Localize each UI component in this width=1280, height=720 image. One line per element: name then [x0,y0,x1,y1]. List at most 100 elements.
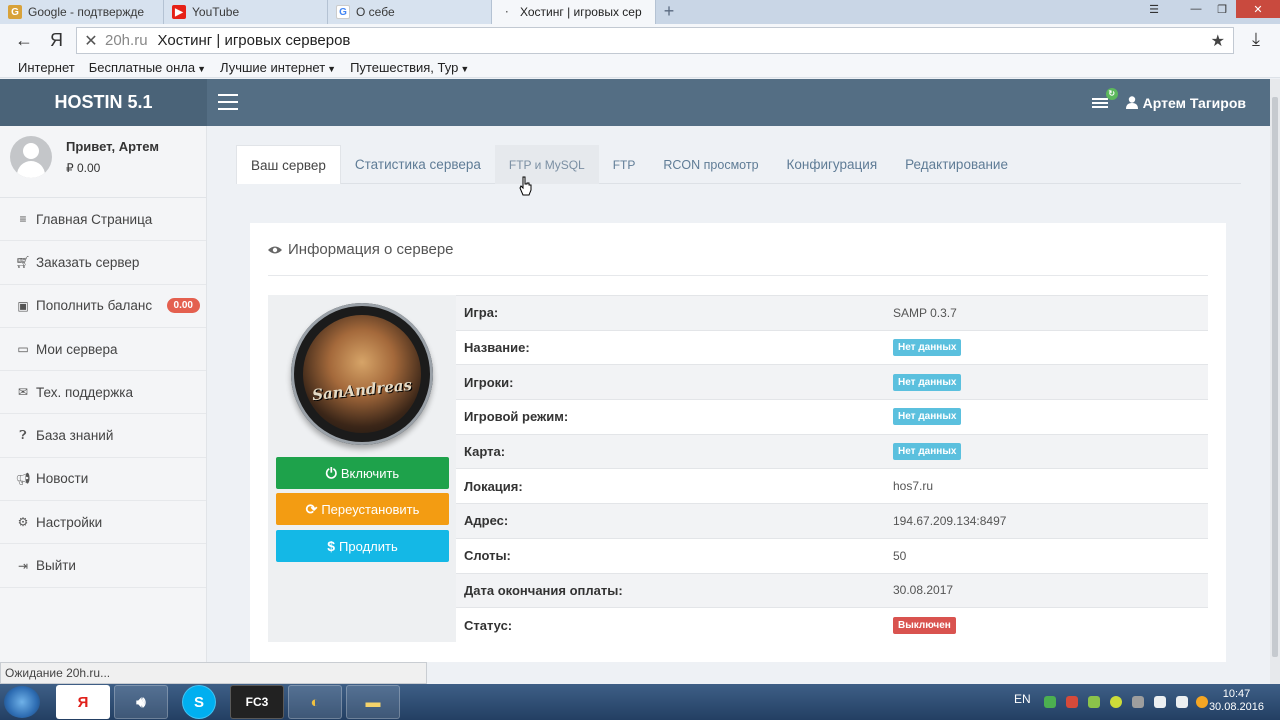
info-value-cell: SAMP 0.3.7 [893,295,1208,331]
cart-icon: 🛒︎ [15,255,31,270]
tray-app-icon[interactable] [1088,696,1100,708]
tab-ftp[interactable]: FTP [599,145,650,184]
sidebar-item-my-servers[interactable]: ▭ Мои сервера [0,328,206,372]
start-server-button[interactable]: ⏻ Включить [276,457,449,489]
bookmark-internet[interactable]: Интернет [18,60,75,75]
renew-button[interactable]: $ Продлить [276,530,449,562]
table-row: Игровой режим: Нет данных [456,399,1208,435]
new-tab-plus-icon[interactable]: + [660,2,678,20]
explorer-taskbar-button[interactable]: ▬ [346,685,400,719]
restore-icon[interactable]: ❐ [1208,0,1236,18]
tab-rcon[interactable]: RCON просмотр [649,145,772,184]
tab-your-server[interactable]: Ваш сервер [236,145,341,184]
status-badge: Выключен [893,616,956,634]
tab-configuration[interactable]: Конфигурация [773,145,892,184]
minimize-icon[interactable]: — [1182,0,1210,18]
yandex-logo-icon[interactable]: Я [50,30,63,51]
speaker-icon: 🔊︎ [136,693,146,711]
tray-app-icon[interactable] [1044,696,1056,708]
bullhorn-icon: 📢︎ [15,471,31,486]
table-row: Название: Нет данных [456,329,1208,365]
sign-out-icon: ⇥ [17,558,29,573]
server-info-panel: Информация о сервере SanAndreas ⏻ Включи… [250,223,1226,662]
no-data-badge: Нет данных [893,339,962,357]
close-window-icon[interactable]: ✕ [1236,0,1280,18]
downloads-icon[interactable]: ⤓ [1252,29,1260,50]
panel-title: Информация о сервере [268,241,454,258]
page-scrollbar[interactable] [1270,79,1280,684]
browser-menu-icon[interactable]: ☰ [1140,0,1168,18]
start-button[interactable] [4,686,40,718]
tab-editing[interactable]: Редактирование [891,145,1022,184]
avatar [10,136,52,178]
table-row: Слоты: 50 [456,537,1208,573]
info-key: Слоты: [456,537,893,573]
sidebar-item-top-up[interactable]: ▣ Пополнить баланс 0.00 [0,285,206,328]
browser-tab-google[interactable]: G Google - подтвержде [0,0,164,24]
network-icon[interactable] [1154,696,1166,708]
clock[interactable]: 10:47 30.08.2016 [1209,688,1264,714]
game-logo: SanAndreas [291,303,433,445]
google-g-favicon-icon: G [336,5,350,19]
tray-yandex-icon[interactable] [1196,696,1208,708]
paint-taskbar-button[interactable]: ◐ [288,685,342,719]
table-row: Адрес: 194.67.209.134:8497 [456,503,1208,539]
fc3-taskbar-button[interactable]: FC3 [230,685,284,719]
sidebar-item-order-server[interactable]: 🛒︎ Заказать сервер [0,241,206,285]
bookmark-travel[interactable]: Путешествия, Тур ▼ [350,60,469,75]
sidebar-item-home[interactable]: ≡ Главная Страница [0,198,206,242]
sidebar-item-news[interactable]: 📢︎ Новости [0,458,206,502]
site-brand[interactable]: HOSTIN 5.1 [0,79,207,126]
orders-icon[interactable]: ↻ [1091,87,1118,110]
browser-tab-youtube[interactable]: ▶ YouTube [164,0,328,24]
volume-icon[interactable] [1176,696,1188,708]
sidebar-item-settings[interactable]: ⚙ Настройки [0,501,206,545]
browser-tab-about[interactable]: G О себе [328,0,492,24]
yandex-browser-taskbar-button[interactable]: Я [56,685,110,719]
stop-loading-icon[interactable]: ✕ [77,31,105,51]
info-key: Адрес: [456,503,893,539]
tray-shield-icon[interactable] [1066,696,1078,708]
input-language[interactable]: EN [1014,692,1031,706]
sidebar-item-logout[interactable]: ⇥ Выйти [0,544,206,588]
sidebar-item-support[interactable]: ✉ Тех. поддержка [0,371,206,415]
main-content: Ваш сервер Статистика сервера FTP и MySQ… [207,126,1270,662]
browser-tab-hosting[interactable]: · Хостинг | игровых сер [492,0,656,24]
sidebar-item-knowledge-base[interactable]: ❓︎ База знаний [0,414,206,458]
browser-tab-label: Хостинг | игровых сер [520,5,642,19]
browser-tab-label: О себе [356,5,395,19]
info-value-cell: Нет данных [893,329,1208,365]
reinstall-button[interactable]: ⟳ Переустановить [276,493,449,525]
tray-app-icon[interactable] [1110,696,1122,708]
table-row: Локация: hos7.ru [456,468,1208,504]
bookmark-best-internet[interactable]: Лучшие интернет ▼ [220,60,336,75]
paint-palette-icon: ◐ [310,693,320,711]
bookmark-free-online[interactable]: Бесплатные онла ▼ [89,60,206,75]
balance-badge: 0.00 [166,298,200,314]
table-row: Дата окончания оплаты: 30.08.2017 [456,572,1208,608]
skype-taskbar-button[interactable]: S [182,685,216,719]
dollar-icon: $ [327,538,336,554]
table-row: Карта: Нет данных [456,433,1208,469]
browser-tab-label: Google - подтвержде [28,5,145,19]
hamburger-menu-icon[interactable] [218,94,238,110]
tab-ftp-mysql[interactable]: FTP и MySQL [494,145,599,184]
server-actions: SanAndreas ⏻ Включить ⟳ Переустановить $… [268,295,456,642]
question-icon: ❓︎ [19,428,27,443]
info-value-cell: 30.08.2017 [893,572,1208,608]
tray-flag-icon[interactable] [1132,696,1144,708]
youtube-favicon-icon: ▶ [172,5,186,19]
address-bar[interactable]: ✕ 20h.ru Хостинг | игровых серверов ★ [76,27,1234,54]
speaker-app-taskbar-button[interactable]: 🔊︎ [114,685,168,719]
user-menu[interactable]: Артем Тагиров [1125,95,1246,111]
hand-cursor-icon [519,176,532,196]
bookmark-star-icon[interactable]: ★ [1211,31,1225,51]
refresh-icon: ⟳ [305,500,318,517]
info-key: Игроки: [456,364,893,400]
back-arrow-icon[interactable]: ← [15,30,33,51]
address-page-title: Хостинг | игровых серверов [157,32,351,49]
tab-server-stats[interactable]: Статистика сервера [341,145,495,184]
table-row: Статус: Выключен [456,607,1208,643]
server-info-table: Игра: SAMP 0.3.7 Название: Нет данных Игроки… [456,295,1208,643]
info-key: Локация: [456,468,893,504]
